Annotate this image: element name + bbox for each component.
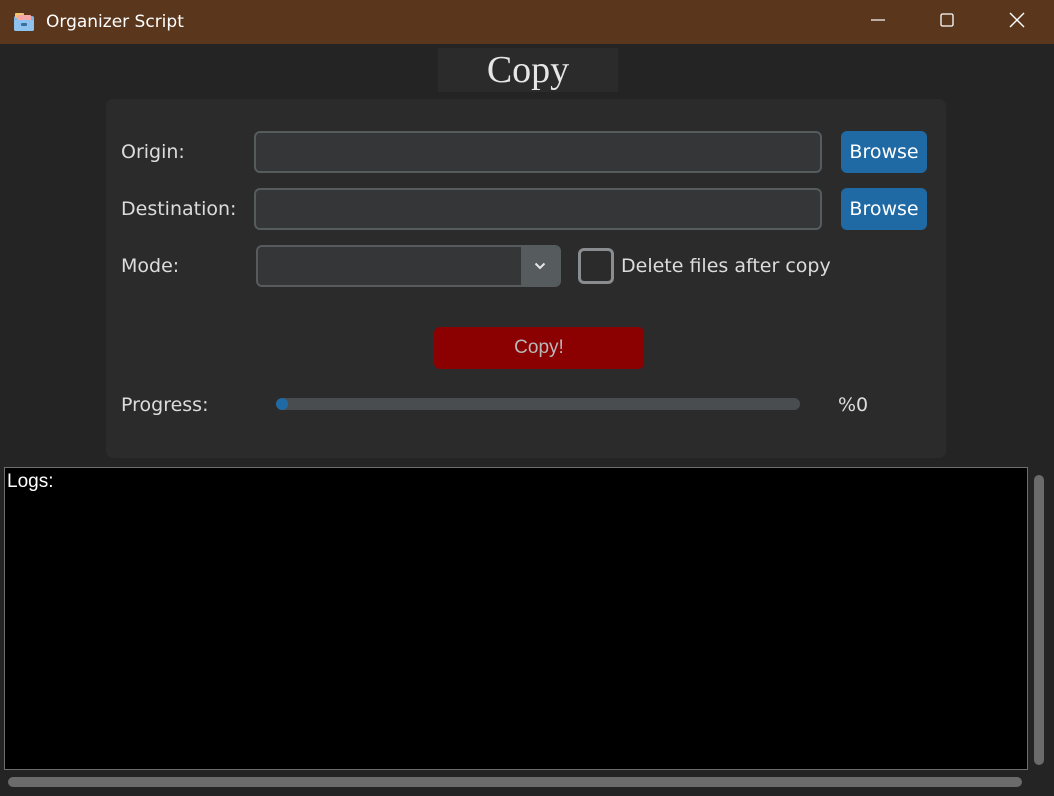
logs-text: Logs: <box>7 471 54 492</box>
progress-bar <box>276 398 800 410</box>
maximize-icon <box>939 12 955 33</box>
minimize-button[interactable] <box>843 0 913 44</box>
mode-dropdown-button[interactable] <box>521 247 559 285</box>
minimize-icon <box>870 12 886 33</box>
destination-browse-button[interactable]: Browse <box>841 188 927 230</box>
origin-browse-button[interactable]: Browse <box>841 131 927 173</box>
delete-after-copy-checkbox[interactable] <box>578 248 614 284</box>
origin-input[interactable] <box>254 131 822 173</box>
app-window: Organizer Script Copy Script Origin: Bro… <box>0 0 1054 796</box>
title-bar[interactable]: Organizer Script <box>0 0 1054 44</box>
copy-button[interactable]: Copy! <box>434 327 644 369</box>
window-title: Organizer Script <box>46 12 184 32</box>
folder-organizer-icon <box>13 11 35 33</box>
maximize-button[interactable] <box>912 0 982 44</box>
destination-label: Destination: <box>121 198 237 220</box>
logs-horizontal-scrollbar[interactable] <box>8 777 1022 787</box>
chevron-down-icon <box>534 257 546 275</box>
delete-after-copy-label[interactable]: Delete files after copy <box>621 255 831 277</box>
close-button[interactable] <box>982 0 1052 44</box>
settings-panel: Origin: Browse Destination: Browse Mode:… <box>106 99 946 458</box>
progress-fill <box>276 398 288 410</box>
origin-label: Origin: <box>121 141 185 163</box>
mode-select[interactable] <box>256 245 561 287</box>
close-icon <box>1008 11 1026 34</box>
destination-input[interactable] <box>254 188 822 230</box>
logs-textbox[interactable]: Logs: <box>4 467 1028 770</box>
progress-percent: %0 <box>838 394 869 416</box>
progress-label: Progress: <box>121 394 209 416</box>
page-title: Copy Script <box>438 48 618 135</box>
mode-label: Mode: <box>121 255 180 277</box>
main-content: Copy Script Origin: Browse Destination: … <box>2 44 1052 794</box>
logs-vertical-scrollbar[interactable] <box>1034 475 1044 765</box>
